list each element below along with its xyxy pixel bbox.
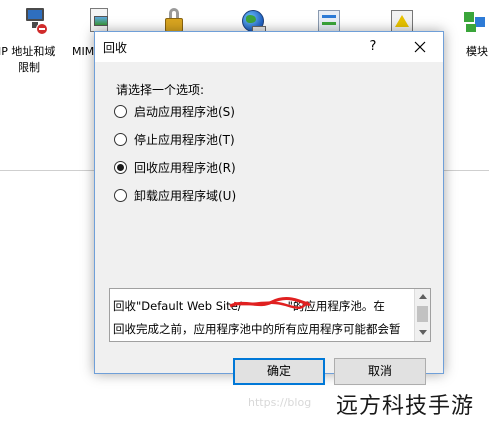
feature-label: MIM bbox=[72, 45, 95, 58]
feature-label: IP 地址和域 bbox=[0, 45, 56, 58]
option-start-app-pool[interactable]: 启动应用程序池(S) bbox=[114, 102, 334, 120]
option-label: 启动应用程序池(S) bbox=[134, 105, 235, 119]
watermark-text: 远方科技手游 bbox=[336, 394, 475, 419]
description-line: 回收完成之前，应用程序池中的所有应用程序可能都会暂 bbox=[113, 322, 401, 336]
option-label: 停止应用程序池(T) bbox=[134, 133, 235, 147]
radio-button[interactable] bbox=[114, 105, 127, 118]
dialog-title: 回收 bbox=[103, 41, 128, 55]
close-button[interactable] bbox=[405, 35, 435, 59]
watermark-url: https://blog bbox=[248, 396, 312, 409]
scroll-thumb[interactable] bbox=[417, 306, 428, 322]
redaction-scribble bbox=[229, 297, 311, 309]
dialog-content: 请选择一个选项: 启动应用程序池(S) 停止应用程序池(T) 回收应用程序池(R… bbox=[95, 62, 443, 385]
scroll-down-arrow-icon[interactable] bbox=[415, 325, 430, 341]
recycle-dialog: 回收 ? 请选择一个选项: 启动应用程序池(S) 停止应用程序池(T) 回收应用… bbox=[94, 31, 444, 385]
feature-ip-restrict[interactable]: IP 地址和域 限制 bbox=[0, 0, 70, 80]
option-label: 回收应用程序池(R) bbox=[134, 161, 236, 175]
cancel-button[interactable]: 取消 bbox=[334, 358, 426, 385]
help-button[interactable]: ? bbox=[361, 36, 385, 58]
scroll-up-arrow-icon[interactable] bbox=[415, 289, 430, 305]
description-scrollbar[interactable] bbox=[414, 289, 430, 341]
option-prompt: 请选择一个选项: bbox=[116, 83, 205, 97]
radio-button[interactable] bbox=[114, 133, 127, 146]
description-box[interactable]: 回收"Default Web Site/ "的应用程序池。在 回收完成之前，应用… bbox=[109, 288, 431, 342]
option-unload-app-domain[interactable]: 卸载应用程序域(U) bbox=[114, 186, 334, 204]
ip-restrict-icon bbox=[24, 6, 50, 36]
radio-button[interactable] bbox=[114, 189, 127, 202]
option-label: 卸载应用程序域(U) bbox=[134, 189, 237, 203]
feature-label: 模块 bbox=[466, 45, 488, 58]
lock-icon bbox=[162, 4, 188, 34]
feature-modules[interactable]: 模块 bbox=[462, 0, 489, 80]
ok-button[interactable]: 确定 bbox=[233, 358, 325, 385]
option-recycle-app-pool[interactable]: 回收应用程序池(R) bbox=[114, 158, 334, 176]
close-icon bbox=[414, 41, 426, 53]
option-stop-app-pool[interactable]: 停止应用程序池(T) bbox=[114, 130, 334, 148]
modules-icon bbox=[462, 6, 488, 36]
feature-label: 限制 bbox=[18, 61, 40, 74]
radio-button-selected[interactable] bbox=[114, 161, 127, 174]
dialog-titlebar[interactable]: 回收 ? bbox=[95, 32, 443, 62]
